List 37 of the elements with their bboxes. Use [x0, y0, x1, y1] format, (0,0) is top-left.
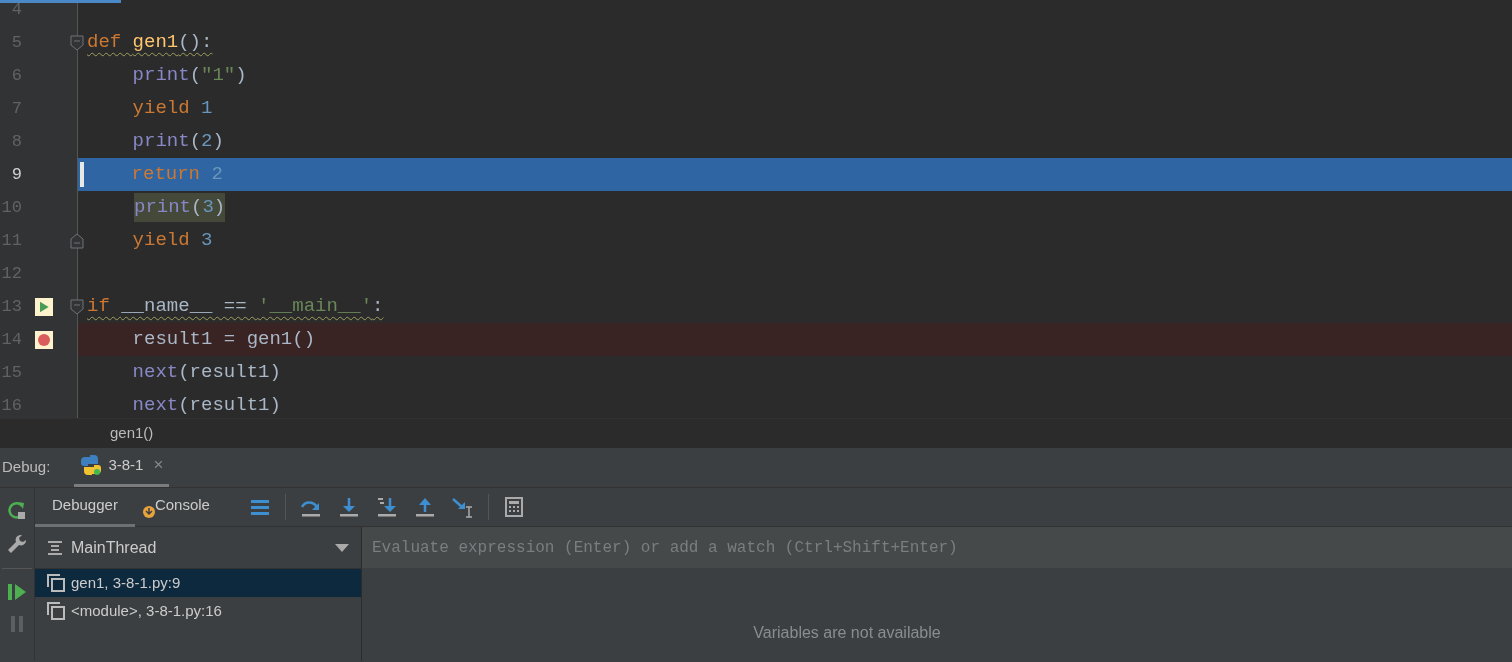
session-tab[interactable]: 3-8-1 ×	[74, 448, 170, 487]
empty-message: Variables are not available	[753, 623, 941, 643]
panel-tab[interactable]: Console	[134, 487, 227, 527]
thread-name: MainThread	[71, 537, 157, 558]
run-to-cursor-icon[interactable]	[450, 495, 475, 519]
fold-icon[interactable]	[70, 299, 84, 315]
rerun-icon[interactable]	[7, 500, 27, 520]
fold-icon[interactable]	[70, 35, 84, 51]
stack-frame[interactable]: <module>, 3-8-1.py:16	[35, 597, 361, 625]
code-line: def gen1():	[87, 30, 213, 56]
caret-icon	[335, 543, 349, 552]
run-icon[interactable]	[35, 297, 53, 316]
fold-icon[interactable]	[70, 233, 84, 249]
code-line: next(result1)	[131, 360, 281, 386]
download-badge-icon	[142, 503, 155, 518]
frame-label: <module>, 3-8-1.py:16	[71, 600, 222, 621]
code-line: if __name__ == '__main__':	[87, 294, 384, 320]
resume-icon[interactable]	[7, 583, 27, 601]
code-line: print("1")	[131, 63, 247, 89]
python-icon	[80, 454, 103, 476]
text-cursor	[80, 162, 84, 187]
code-line: return 2	[130, 162, 223, 188]
breadcrumb[interactable]: gen1()	[110, 422, 154, 445]
breakpoint-icon[interactable]	[35, 330, 53, 349]
frame-icon	[47, 574, 65, 592]
wrench-icon[interactable]	[7, 534, 27, 554]
thread-icon	[47, 539, 63, 556]
code-line: result1 = gen1()	[131, 327, 316, 353]
code-line: yield 3	[131, 228, 213, 254]
frame-label: gen1, 3-8-1.py:9	[71, 572, 181, 593]
line-number: 9	[10, 163, 22, 186]
code-line: print(2)	[131, 129, 224, 155]
code-line: yield 1	[131, 96, 213, 122]
panel-label: Debug:	[2, 457, 51, 478]
code-line: next(result1)	[131, 393, 281, 418]
frame-icon	[47, 602, 65, 620]
stack-frame[interactable]: gen1, 3-8-1.py:9	[35, 569, 361, 597]
